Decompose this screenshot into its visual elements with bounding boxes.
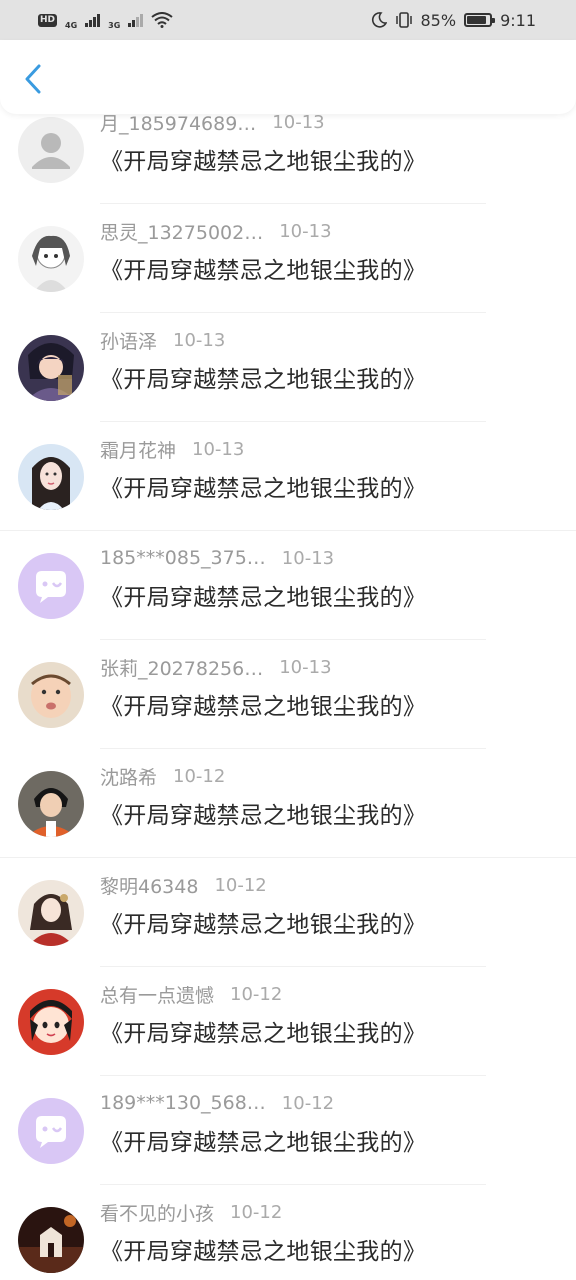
status-bar: HD 4G 3G 85% 9:11	[0, 0, 576, 40]
item-message[interactable]: 《开局穿越禁忌之地银尘我的》	[100, 796, 426, 830]
item-date: 10-13	[279, 656, 332, 678]
avatar[interactable]	[18, 553, 84, 619]
item-date: 10-13	[173, 329, 226, 351]
list-item[interactable]: 185***085_375… 10-13 《开局穿越禁忌之地银尘我的》	[0, 531, 576, 640]
item-message[interactable]: 《开局穿越禁忌之地银尘我的》	[100, 251, 426, 285]
item-message[interactable]: 《开局穿越禁忌之地银尘我的》	[100, 1232, 426, 1266]
notification-list[interactable]: 月_185974689… 10-13 《开局穿越禁忌之地银尘我的》 思灵_132750…	[0, 40, 576, 1280]
chevron-left-icon	[25, 64, 41, 94]
avatar[interactable]	[18, 880, 84, 946]
battery-icon	[464, 13, 496, 27]
item-meta: 黎明46348 10-12	[100, 870, 267, 900]
item-message[interactable]: 《开局穿越禁忌之地银尘我的》	[100, 360, 426, 394]
user-name[interactable]: 185***085_375…	[100, 547, 266, 569]
avatar[interactable]	[18, 1207, 84, 1273]
list-item[interactable]: 霜月花神 10-13 《开局穿越禁忌之地银尘我的》	[0, 422, 576, 531]
item-date: 10-13	[192, 438, 245, 460]
top-nav-bar	[0, 40, 576, 114]
item-meta: 孙语泽 10-13	[100, 325, 225, 355]
item-meta: 总有一点遗憾 10-12	[100, 979, 282, 1009]
avatar[interactable]	[18, 989, 84, 1055]
user-name[interactable]: 总有一点遗憾	[100, 981, 214, 1008]
avatar[interactable]	[18, 662, 84, 728]
status-left: HD 4G 3G	[38, 11, 173, 30]
avatar[interactable]	[18, 771, 84, 837]
item-message[interactable]: 《开局穿越禁忌之地银尘我的》	[100, 687, 426, 721]
item-meta: 看不见的小孩 10-12	[100, 1197, 282, 1227]
user-name[interactable]: 看不见的小孩	[100, 1199, 214, 1226]
user-name[interactable]: 沈路希	[100, 763, 157, 790]
item-message[interactable]: 《开局穿越禁忌之地银尘我的》	[100, 1014, 426, 1048]
signal-4g-icon	[85, 13, 101, 27]
item-date: 10-12	[230, 1201, 283, 1223]
list-item[interactable]: 看不见的小孩 10-12 《开局穿越禁忌之地银尘我的》	[0, 1185, 576, 1280]
vibrate-icon	[395, 12, 412, 28]
battery-percent: 85%	[420, 10, 457, 30]
item-date: 10-12	[281, 1092, 335, 1114]
item-meta: 189***130_568… 10-12	[100, 1088, 334, 1118]
item-date: 10-13	[272, 111, 325, 133]
network-3g-label: 3G	[108, 20, 121, 30]
item-message[interactable]: 《开局穿越禁忌之地银尘我的》	[100, 905, 426, 939]
avatar[interactable]	[18, 1098, 84, 1164]
list-item[interactable]: 黎明46348 10-12 《开局穿越禁忌之地银尘我的》	[0, 858, 576, 967]
signal-3g-icon	[128, 13, 144, 27]
user-name[interactable]: 思灵_13275002…	[100, 218, 263, 245]
user-name[interactable]: 孙语泽	[100, 327, 157, 354]
item-message[interactable]: 《开局穿越禁忌之地银尘我的》	[100, 142, 426, 176]
list-item[interactable]: 张莉_20278256… 10-13 《开局穿越禁忌之地银尘我的》	[0, 640, 576, 749]
network-4g-label: 4G	[65, 20, 78, 30]
list-item[interactable]: 总有一点遗憾 10-12 《开局穿越禁忌之地银尘我的》	[0, 967, 576, 1076]
item-date: 10-13	[281, 547, 335, 569]
avatar[interactable]	[18, 444, 84, 510]
wifi-icon	[151, 12, 173, 28]
list-item[interactable]: 孙语泽 10-13 《开局穿越禁忌之地银尘我的》	[0, 313, 576, 422]
item-date: 10-12	[214, 874, 267, 896]
notification-list-inner: 月_185974689… 10-13 《开局穿越禁忌之地银尘我的》 思灵_132750…	[0, 95, 576, 1280]
moon-icon	[371, 12, 387, 28]
user-name[interactable]: 189***130_568…	[100, 1092, 266, 1114]
item-message[interactable]: 《开局穿越禁忌之地银尘我的》	[100, 1123, 426, 1157]
list-item[interactable]: 189***130_568… 10-12 《开局穿越禁忌之地银尘我的》	[0, 1076, 576, 1185]
item-meta: 思灵_13275002… 10-13	[100, 216, 332, 246]
item-meta: 185***085_375… 10-13	[100, 543, 334, 573]
avatar[interactable]	[18, 335, 84, 401]
list-item[interactable]: 沈路希 10-12 《开局穿越禁忌之地银尘我的》	[0, 749, 576, 858]
item-message[interactable]: 《开局穿越禁忌之地银尘我的》	[100, 578, 426, 612]
user-name[interactable]: 张莉_20278256…	[100, 654, 263, 681]
user-name[interactable]: 黎明46348	[100, 872, 198, 899]
item-date: 10-12	[230, 983, 283, 1005]
item-date: 10-12	[173, 765, 226, 787]
battery-fill	[467, 16, 486, 24]
status-right: 85% 9:11	[371, 10, 536, 30]
item-message[interactable]: 《开局穿越禁忌之地银尘我的》	[100, 469, 426, 503]
hd-badge: HD	[38, 13, 58, 27]
item-meta: 沈路希 10-12	[100, 761, 225, 791]
back-button[interactable]	[18, 62, 48, 96]
item-date: 10-13	[279, 220, 332, 242]
avatar[interactable]	[18, 117, 84, 183]
user-name[interactable]: 霜月花神	[100, 436, 176, 463]
item-meta: 张莉_20278256… 10-13	[100, 652, 332, 682]
clock-time: 9:11	[500, 10, 536, 30]
item-meta: 霜月花神 10-13	[100, 434, 244, 464]
list-item[interactable]: 思灵_13275002… 10-13 《开局穿越禁忌之地银尘我的》	[0, 204, 576, 313]
avatar[interactable]	[18, 226, 84, 292]
